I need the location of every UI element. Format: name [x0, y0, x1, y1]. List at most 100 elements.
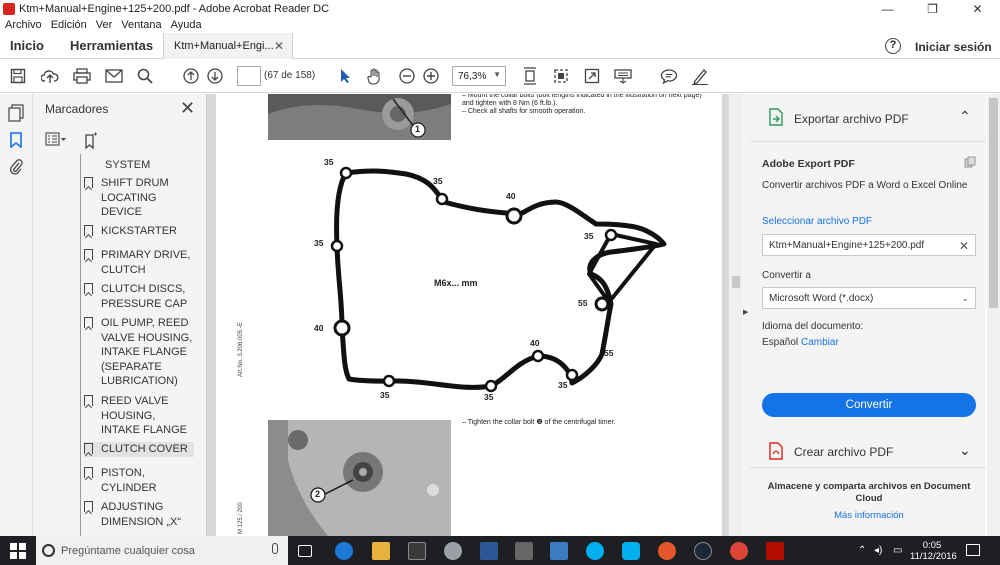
more-info-link[interactable]: Más información: [762, 510, 976, 521]
comment-icon[interactable]: [659, 66, 679, 86]
zoom-value: 76,3%: [458, 70, 487, 82]
skype-icon[interactable]: [586, 542, 604, 560]
full-screen-icon[interactable]: [582, 66, 602, 86]
chevron-up-icon[interactable]: ⌃: [959, 108, 971, 125]
tray-chevron-icon[interactable]: ⌃: [858, 545, 866, 556]
menu-bar: Archivo Edición Ver Ventana Ayuda: [0, 17, 1000, 33]
menu-archivo[interactable]: Archivo: [5, 19, 42, 31]
bookmark-item[interactable]: REED VALVE HOUSING, INTAKE FLANGE: [84, 394, 194, 438]
navigation-rail: [0, 94, 33, 536]
change-language-link[interactable]: Cambiar: [801, 337, 839, 348]
bolt-label: 55: [578, 298, 588, 308]
calculator-icon[interactable]: [515, 542, 533, 560]
microphone-icon[interactable]: [272, 543, 278, 554]
skype-business-icon[interactable]: [622, 542, 640, 560]
tab-tools[interactable]: Herramientas: [70, 38, 153, 53]
taskbar-clock[interactable]: 0:05 11/12/2016: [910, 540, 957, 562]
bookmark-item[interactable]: PISTON, CYLINDER: [84, 466, 194, 495]
sign-pen-icon[interactable]: [690, 66, 710, 86]
task-view-icon[interactable]: [298, 545, 312, 557]
page-up-icon[interactable]: [181, 66, 201, 86]
page-number-input[interactable]: [237, 66, 261, 86]
store-icon[interactable]: [408, 542, 426, 560]
menu-ventana[interactable]: Ventana: [121, 19, 161, 31]
bookmark-item[interactable]: KICKSTARTER: [84, 224, 194, 239]
zoom-out-icon[interactable]: [397, 66, 417, 86]
page-thumbnails-icon[interactable]: [8, 104, 24, 125]
bookmark-item[interactable]: PRIMARY DRIVE, CLUTCH: [84, 248, 194, 277]
create-pdf-title: Crear archivo PDF: [794, 445, 894, 459]
bookmark-item[interactable]: CLUTCH DISCS, PRESSURE CAP: [84, 282, 194, 311]
tab-home[interactable]: Inicio: [10, 38, 44, 53]
bookmark-item-selected[interactable]: CLUTCH COVER: [84, 442, 194, 457]
rotate-icon[interactable]: [551, 66, 571, 86]
bookmark-add-icon[interactable]: [81, 132, 99, 152]
zoom-select[interactable]: 76,3% ▼: [452, 66, 506, 86]
menu-ayuda[interactable]: Ayuda: [171, 19, 202, 31]
search-icon[interactable]: [135, 66, 155, 86]
document-scrollbar[interactable]: [728, 94, 742, 536]
create-pdf-header[interactable]: Crear archivo PDF ⌄: [750, 434, 986, 468]
file-explorer-icon[interactable]: [372, 542, 390, 560]
format-select[interactable]: Microsoft Word (*.docx) ⌄: [762, 287, 976, 309]
keyboard-icon[interactable]: [613, 66, 633, 86]
zoom-in-icon[interactable]: [421, 66, 441, 86]
bookmark-item[interactable]: OIL PUMP, REED VALVE HOUSING, INTAKE FLA…: [84, 316, 194, 389]
select-cursor-icon[interactable]: [335, 66, 355, 86]
cloud-upload-icon[interactable]: [40, 66, 60, 86]
close-window-button[interactable]: ✕: [955, 0, 1000, 17]
maximize-button[interactable]: ❐: [910, 0, 955, 17]
app-icon[interactable]: [444, 542, 462, 560]
chevron-down-icon[interactable]: ⌄: [959, 442, 971, 459]
document-viewport[interactable]: 1 – Mount the collar bolts (bolt lengths…: [207, 94, 742, 536]
selected-file-field[interactable]: Ktm+Manual+Engine+125+200.pdf ✕: [762, 234, 976, 256]
action-center-icon[interactable]: [966, 544, 980, 556]
convert-button[interactable]: Convertir: [762, 393, 976, 417]
clear-file-icon[interactable]: ✕: [959, 239, 969, 253]
copy-icon[interactable]: [964, 156, 976, 171]
email-icon[interactable]: [104, 66, 124, 86]
windows-start-icon[interactable]: [10, 543, 26, 559]
print-icon[interactable]: [72, 66, 92, 86]
collapse-right-pane[interactable]: ▶: [742, 94, 750, 536]
save-icon[interactable]: [8, 66, 28, 86]
photos-icon[interactable]: [550, 542, 568, 560]
close-icon[interactable]: ✕: [180, 98, 195, 119]
fit-page-icon[interactable]: [520, 66, 540, 86]
bookmark-item[interactable]: SHIFT DRUM LOCATING DEVICE: [84, 176, 194, 220]
help-icon[interactable]: ?: [885, 38, 901, 54]
bolt-label: 35: [584, 231, 594, 241]
select-file-link[interactable]: Seleccionar archivo PDF: [762, 216, 872, 227]
bookmark-item[interactable]: ADJUSTING DIMENSION „X“: [84, 500, 194, 529]
signin-link[interactable]: Iniciar sesión: [915, 40, 992, 54]
menu-edicion[interactable]: Edición: [51, 19, 87, 31]
volume-icon[interactable]: ◂): [874, 545, 882, 556]
menu-ver[interactable]: Ver: [96, 19, 113, 31]
edge-browser-icon[interactable]: [335, 542, 353, 560]
hand-tool-icon[interactable]: [365, 66, 385, 86]
steam-icon[interactable]: [694, 542, 712, 560]
cortana-icon: [42, 544, 55, 557]
bolt-label: 35: [380, 390, 390, 400]
export-pdf-header[interactable]: Exportar archivo PDF ⌃: [750, 94, 986, 142]
chrome-icon[interactable]: [730, 542, 748, 560]
bookmark-options-icon[interactable]: [45, 132, 67, 152]
taskbar-search[interactable]: Pregúntame cualquier cosa: [36, 536, 288, 565]
bookmark-item[interactable]: SYSTEM: [105, 158, 198, 173]
create-pdf-icon: [768, 442, 784, 463]
tab-document[interactable]: Ktm+Manual+Engi... ✕: [163, 33, 293, 59]
media-player-icon[interactable]: [658, 542, 676, 560]
scrollbar-thumb[interactable]: [989, 98, 998, 308]
page-down-icon[interactable]: [205, 66, 225, 86]
bookmark-icon: [84, 317, 93, 328]
word-icon[interactable]: [480, 542, 498, 560]
minimize-button[interactable]: —: [865, 0, 910, 17]
bolt-label: 35: [433, 176, 443, 186]
acrobat-icon[interactable]: [766, 542, 784, 560]
scrollbar-thumb[interactable]: [732, 276, 740, 288]
bookmark-panel-icon[interactable]: [10, 132, 22, 151]
attachment-icon[interactable]: [9, 158, 23, 179]
tab-close-icon[interactable]: ✕: [274, 39, 284, 53]
tools-pane-scrollbar[interactable]: [987, 94, 1000, 536]
network-icon[interactable]: ▭: [893, 545, 902, 556]
